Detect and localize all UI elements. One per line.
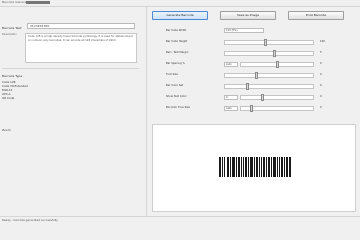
status-bar: Ready - barcode generated successfully	[0, 216, 360, 225]
param-value: 100	[320, 40, 325, 43]
title-highlight	[26, 1, 50, 4]
slider-thumb[interactable]	[255, 72, 258, 79]
param-value: 0	[320, 73, 322, 76]
param-value: 5	[320, 51, 322, 54]
panel-splitter[interactable]	[146, 7, 147, 216]
slider-thumb[interactable]	[261, 94, 264, 101]
param-label: Show Text Color	[166, 95, 187, 98]
barcode-preview	[152, 124, 356, 212]
text-color-slider[interactable]	[240, 94, 314, 101]
width-input[interactable]: 123 (5%)	[224, 28, 264, 33]
generate-button[interactable]: Generate Barcode	[152, 11, 208, 20]
param-label: Bar Code Width	[166, 29, 187, 32]
slider-thumb[interactable]	[250, 105, 253, 112]
title-bar: Barcode Generator	[0, 0, 360, 7]
spacing-slider[interactable]	[240, 61, 314, 68]
param-label: BG Color Fore Size	[166, 106, 190, 109]
list-item[interactable]: QR Code	[2, 96, 42, 100]
param-label: Bar Spacing %	[166, 62, 185, 65]
spacing-select[interactable]: Auto	[224, 62, 238, 67]
barcode-text-label: Barcode Text:	[2, 26, 23, 30]
barcode-image	[219, 157, 291, 177]
slider-thumb[interactable]	[264, 39, 267, 46]
parameter-panel: Bar Code Width 123 (5%) Bar Code Height …	[166, 27, 336, 117]
param-value: 0	[320, 84, 322, 87]
slider-thumb[interactable]	[246, 83, 249, 90]
zoom-label: Zoom	[2, 128, 11, 132]
bg-color-select[interactable]: Auto	[224, 106, 238, 111]
height-slider[interactable]	[224, 39, 314, 46]
save-image-button[interactable]: Save as Image	[220, 11, 276, 20]
print-button[interactable]: Print Barcode	[288, 11, 344, 20]
param-label: Bar Color Set	[166, 84, 184, 87]
slider-thumb[interactable]	[273, 50, 276, 57]
barcode-type-list: Code 128 Code 39 Extended EAN-13 UPC-A Q…	[2, 80, 42, 100]
text-margin-slider[interactable]	[224, 50, 314, 57]
description-textarea[interactable]: Code 128 is a high-density linear barcod…	[25, 33, 137, 63]
status-text: Ready - barcode generated successfully	[2, 218, 58, 222]
left-separator	[2, 68, 139, 69]
param-value: 0	[320, 62, 322, 65]
font-size-slider[interactable]	[224, 72, 314, 79]
param-label: Font Size	[166, 73, 178, 76]
bar-color-slider[interactable]	[224, 83, 314, 90]
barcode-type-label: Barcode Type	[2, 74, 23, 78]
description-label: Description	[2, 33, 17, 36]
param-label: Bar Code Height	[166, 40, 188, 43]
slider-thumb[interactable]	[276, 61, 279, 68]
param-value: 0	[320, 106, 322, 109]
text-color-select[interactable]: 0	[224, 95, 238, 100]
bg-color-slider[interactable]	[240, 105, 314, 112]
param-label: Barc. Text Margin	[166, 51, 189, 54]
barcode-text-input[interactable]: 0123456789	[27, 23, 135, 29]
param-value: 0	[320, 95, 322, 98]
